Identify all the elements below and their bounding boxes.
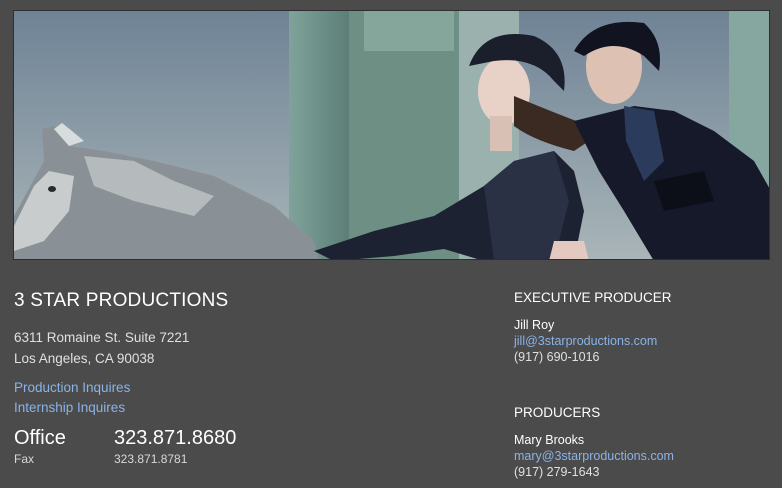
contact-producers: PRODUCERS Mary Brooks mary@3starproducti… <box>514 405 774 480</box>
company-name: 3 STAR PRODUCTIONS <box>14 290 229 311</box>
internship-inquiries-link[interactable]: Internship Inquires <box>14 398 434 418</box>
address-line-2: Los Angeles, CA 90038 <box>14 351 155 366</box>
office-label: Office <box>14 427 66 449</box>
fax-number: 323.871.8781 <box>114 452 188 466</box>
fax-label: Fax <box>14 452 35 466</box>
address-line-1: 6311 Romaine St. Suite 7221 <box>14 330 190 345</box>
contact-phone: (917) 690-1016 <box>514 350 600 364</box>
inquiry-links: Production Inquires Internship Inquires <box>14 378 434 418</box>
hero-banner-image <box>13 10 770 260</box>
office-phone-row: Office 323.871.8680 <box>14 427 434 450</box>
contact-role: PRODUCERS <box>514 405 601 420</box>
contacts: EXECUTIVE PRODUCER Jill Roy jill@3starpr… <box>514 290 774 480</box>
contact-name: Jill Roy <box>514 318 555 332</box>
contact-email-link[interactable]: mary@3starproductions.com <box>514 448 774 464</box>
company-info: 3 STAR PRODUCTIONS 6311 Romaine St. Suit… <box>14 290 434 466</box>
contact-role: EXECUTIVE PRODUCER <box>514 290 672 305</box>
fax-row: Fax 323.871.8781 <box>14 452 434 466</box>
contact-name: Mary Brooks <box>514 433 585 447</box>
contact-phone: (917) 279-1643 <box>514 465 600 479</box>
office-number: 323.871.8680 <box>114 427 237 449</box>
contact-email-link[interactable]: jill@3starproductions.com <box>514 333 774 349</box>
fashion-photo-illustration <box>14 11 769 259</box>
contact-executive-producer: EXECUTIVE PRODUCER Jill Roy jill@3starpr… <box>514 290 774 365</box>
production-inquiries-link[interactable]: Production Inquires <box>14 378 434 398</box>
page: 3 STAR PRODUCTIONS 6311 Romaine St. Suit… <box>0 0 782 488</box>
